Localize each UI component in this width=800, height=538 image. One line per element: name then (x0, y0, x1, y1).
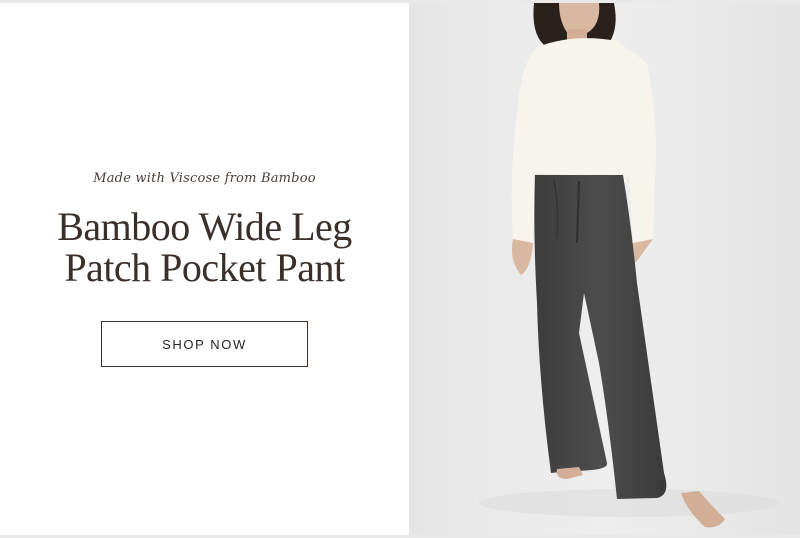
hero-headline: Bamboo Wide Leg Patch Pocket Pant (0, 206, 409, 288)
hero-text-panel: Made with Viscose from Bamboo Bamboo Wid… (0, 3, 409, 535)
model-illustration (409, 3, 800, 535)
shop-now-button[interactable]: SHOP NOW (101, 321, 308, 367)
model-photo[interactable] (409, 3, 800, 535)
hero-headline-line-2: Patch Pocket Pant (64, 245, 345, 290)
hero-headline-line-1: Bamboo Wide Leg (57, 204, 352, 249)
hero-eyebrow: Made with Viscose from Bamboo (93, 171, 316, 186)
